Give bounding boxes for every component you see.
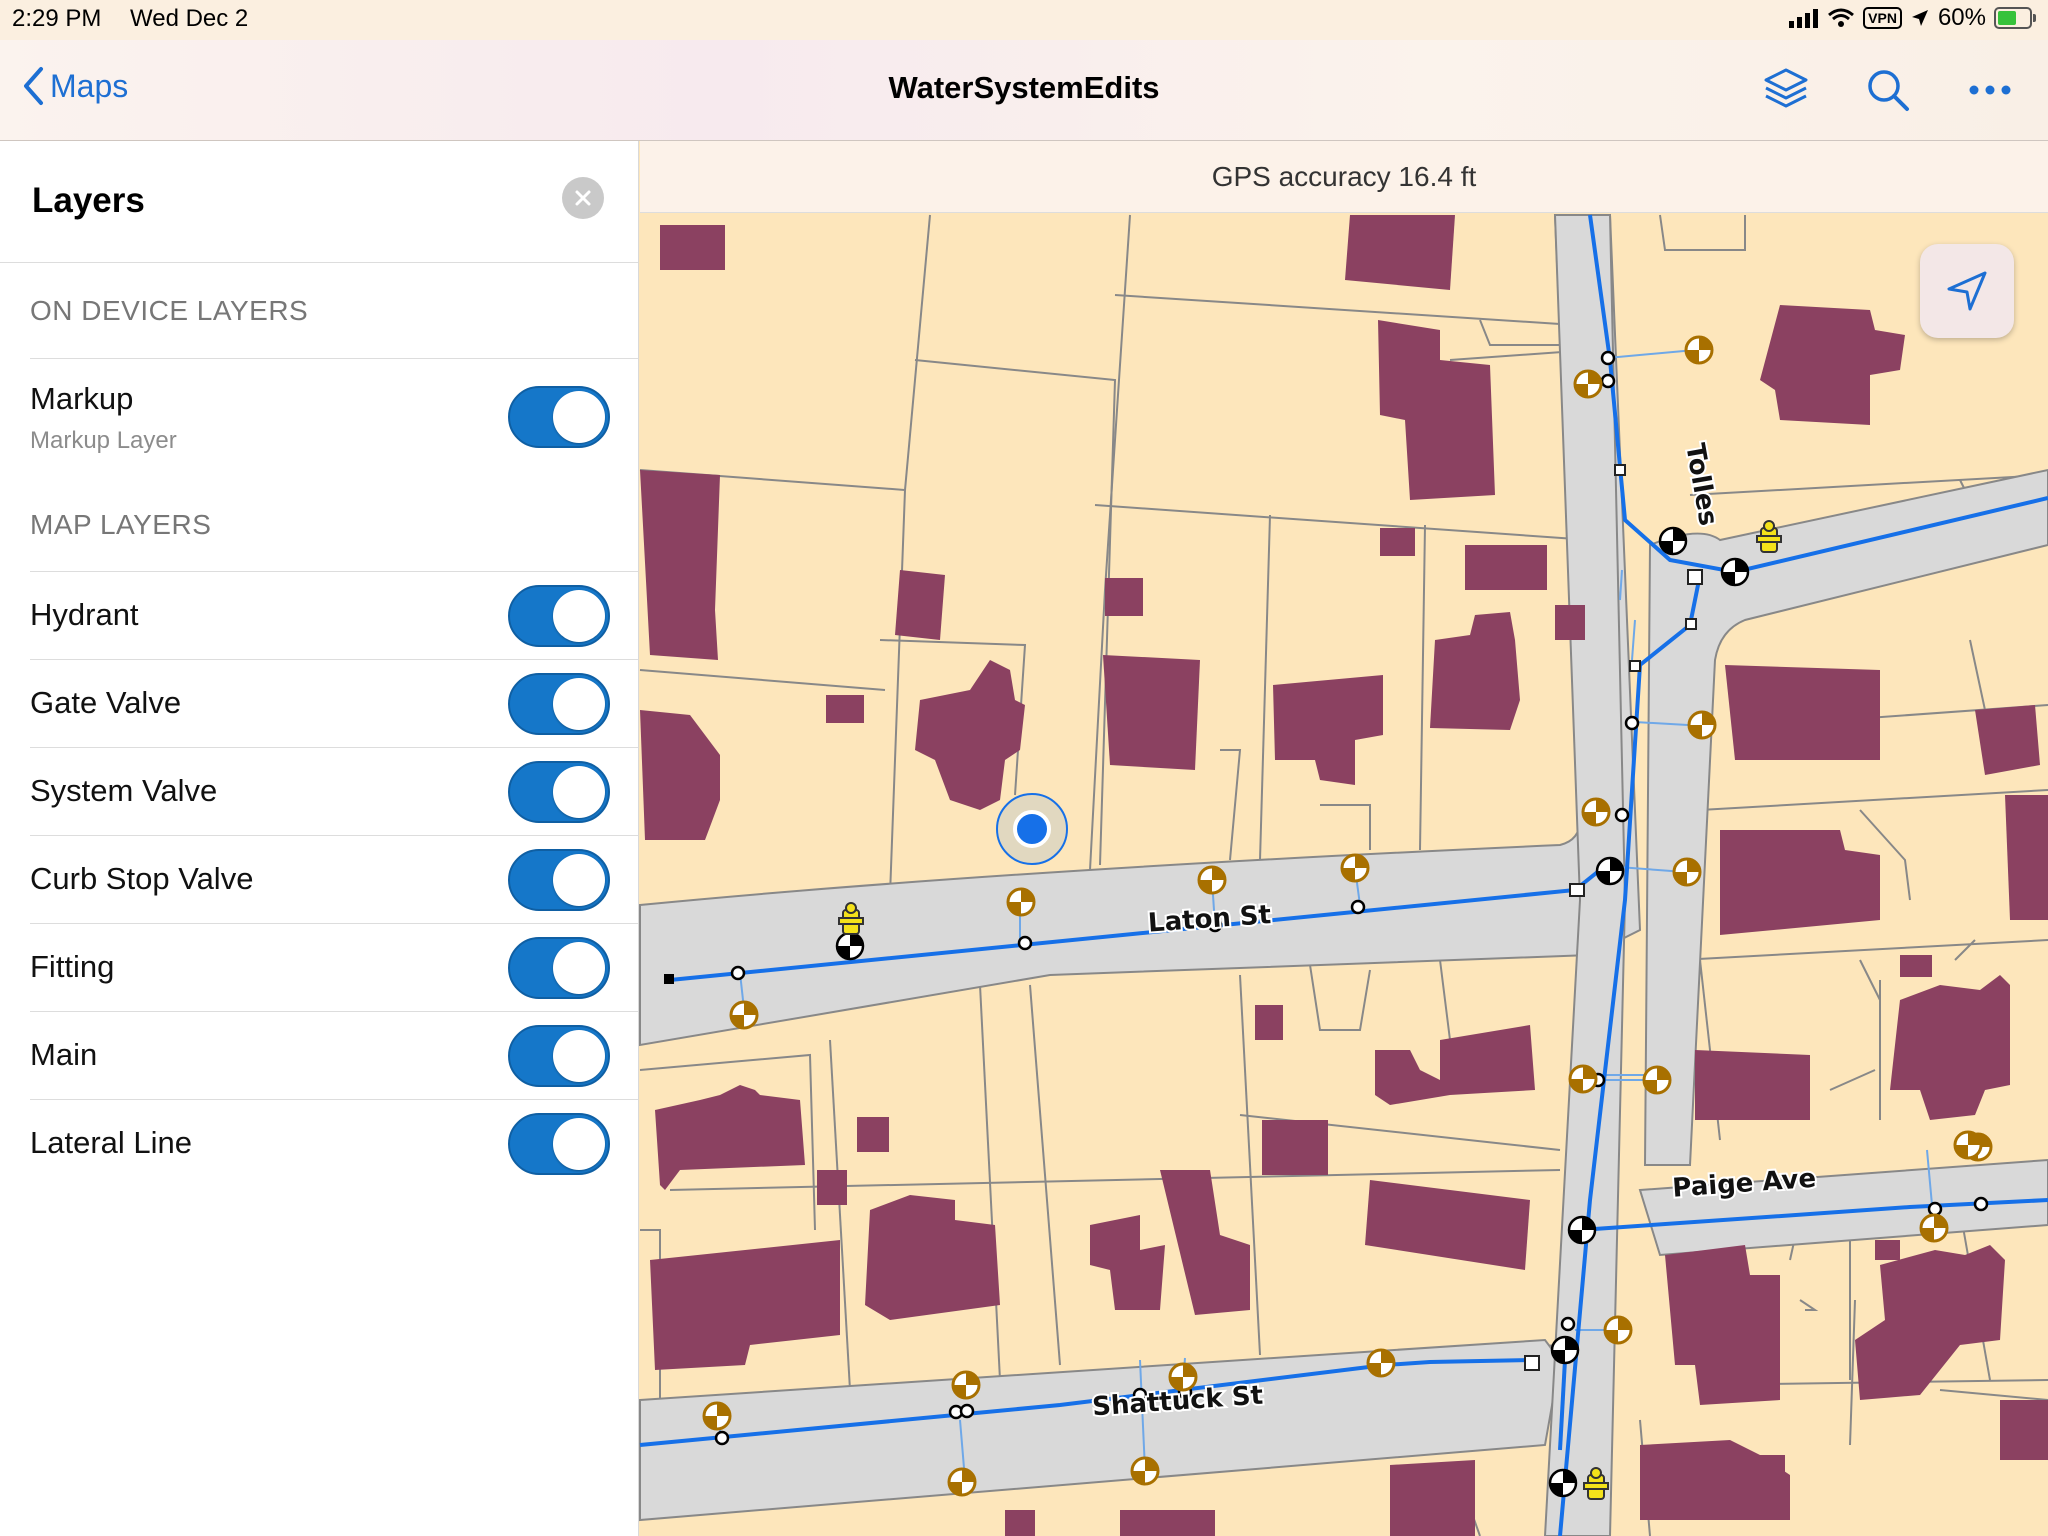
layer-row-fitting: Fitting <box>30 923 638 1012</box>
cellular-signal-icon <box>1789 8 1819 28</box>
curb-stop-valve <box>1342 855 1368 881</box>
curb-stop-valve <box>953 1372 979 1398</box>
curb-stop-valve <box>1132 1458 1158 1484</box>
curb-stop-valve <box>1368 1350 1394 1376</box>
layer-row-hydrant: Hydrant <box>30 571 638 660</box>
layer-toggle-main[interactable] <box>508 1025 610 1087</box>
layer-label: Hydrant <box>30 597 139 633</box>
layer-toggle-fitting[interactable] <box>508 937 610 999</box>
more-icon <box>1968 84 2012 96</box>
curb-stop-valve <box>1644 1067 1670 1093</box>
layer-toggle-curb-stop-valve[interactable] <box>508 849 610 911</box>
layer-label: System Valve <box>30 773 217 809</box>
page-title: WaterSystemEdits <box>0 70 2048 106</box>
street-label-tolles: Tolles <box>1679 441 1723 528</box>
layers-icon <box>1762 66 1810 114</box>
battery-icon <box>1994 7 2032 29</box>
battery-fill <box>1998 11 2016 25</box>
hydrant <box>1757 521 1781 552</box>
gate-valve <box>1550 1470 1576 1496</box>
gate-valve <box>1722 559 1748 585</box>
search-button[interactable] <box>1860 62 1916 118</box>
gate-valve <box>1660 528 1686 554</box>
layer-label: Gate Valve <box>30 685 181 721</box>
layer-toggle-markup[interactable] <box>508 386 610 448</box>
layers-panel-header: Layers <box>0 141 638 263</box>
navigation-arrow-icon <box>1943 267 1991 315</box>
status-date: Wed Dec 2 <box>130 5 248 33</box>
layer-label: Markup <box>30 381 133 417</box>
gate-valve <box>1569 1217 1595 1243</box>
layer-sublabel: Markup Layer <box>30 427 177 455</box>
layer-row-main: Main <box>30 1011 638 1100</box>
curb-stop-valve <box>1689 712 1715 738</box>
search-icon <box>1865 67 1911 113</box>
gate-valve <box>1552 1337 1578 1363</box>
curb-stop-valve <box>1570 1066 1596 1092</box>
layer-toggle-hydrant[interactable] <box>508 585 610 647</box>
layer-row-gate-valve: Gate Valve <box>30 659 638 748</box>
layers-panel-title: Layers <box>32 181 145 221</box>
main-endpoint <box>664 974 674 984</box>
layer-label: Main <box>30 1037 97 1073</box>
more-button[interactable] <box>1962 62 2018 118</box>
curb-stop-valve <box>1583 799 1609 825</box>
layers-button[interactable] <box>1758 62 1814 118</box>
curb-stop-valve <box>1921 1215 1947 1241</box>
curb-stop-valve <box>1674 859 1700 885</box>
layer-row-lateral-line: Lateral Line <box>30 1099 638 1188</box>
close-icon <box>574 189 592 207</box>
layer-label: Lateral Line <box>30 1125 192 1161</box>
wifi-icon <box>1827 7 1855 29</box>
location-arrow-icon <box>1910 8 1930 28</box>
layer-toggle-gate-valve[interactable] <box>508 673 610 735</box>
on-device-layers-heading: ON DEVICE LAYERS <box>30 295 308 327</box>
gate-valve <box>1597 858 1623 884</box>
curb-stop-valve <box>1955 1132 1981 1158</box>
curb-stop-valve <box>1575 371 1601 397</box>
gps-accuracy-banner: GPS accuracy 16.4 ft <box>640 141 2048 213</box>
curb-stop-valve <box>1605 1317 1631 1343</box>
layers-panel: Layers ON DEVICE LAYERS Markup Markup La… <box>0 141 639 1536</box>
map-layers-heading: MAP LAYERS <box>30 509 211 541</box>
curb-stop-valve <box>1686 337 1712 363</box>
current-location-marker <box>997 794 1067 864</box>
status-bar: 2:29 PM Wed Dec 2 VPN 60% <box>0 0 2048 40</box>
battery-percent: 60% <box>1938 4 1986 32</box>
layer-row-markup: Markup Markup Layer <box>30 358 638 499</box>
navigation-bar: Maps WaterSystemEdits <box>0 40 2048 141</box>
vpn-badge: VPN <box>1863 7 1902 29</box>
layer-row-system-valve: System Valve <box>30 747 638 836</box>
curb-stop-valve <box>731 1002 757 1028</box>
layer-toggle-system-valve[interactable] <box>508 761 610 823</box>
curb-stop-valve <box>704 1403 730 1429</box>
status-time: 2:29 PM <box>12 5 101 33</box>
close-button[interactable] <box>562 177 604 219</box>
curb-stop-valve <box>1008 889 1034 915</box>
gate-valve <box>837 933 863 959</box>
layer-row-curb-stop-valve: Curb Stop Valve <box>30 835 638 924</box>
status-indicators: VPN 60% <box>1789 4 2032 32</box>
curb-stop-valve <box>1199 867 1225 893</box>
layer-label: Fitting <box>30 949 114 985</box>
layer-label: Curb Stop Valve <box>30 861 253 897</box>
locate-me-button[interactable] <box>1920 244 2014 338</box>
curb-stop-valve <box>949 1469 975 1495</box>
layer-toggle-lateral-line[interactable] <box>508 1113 610 1175</box>
